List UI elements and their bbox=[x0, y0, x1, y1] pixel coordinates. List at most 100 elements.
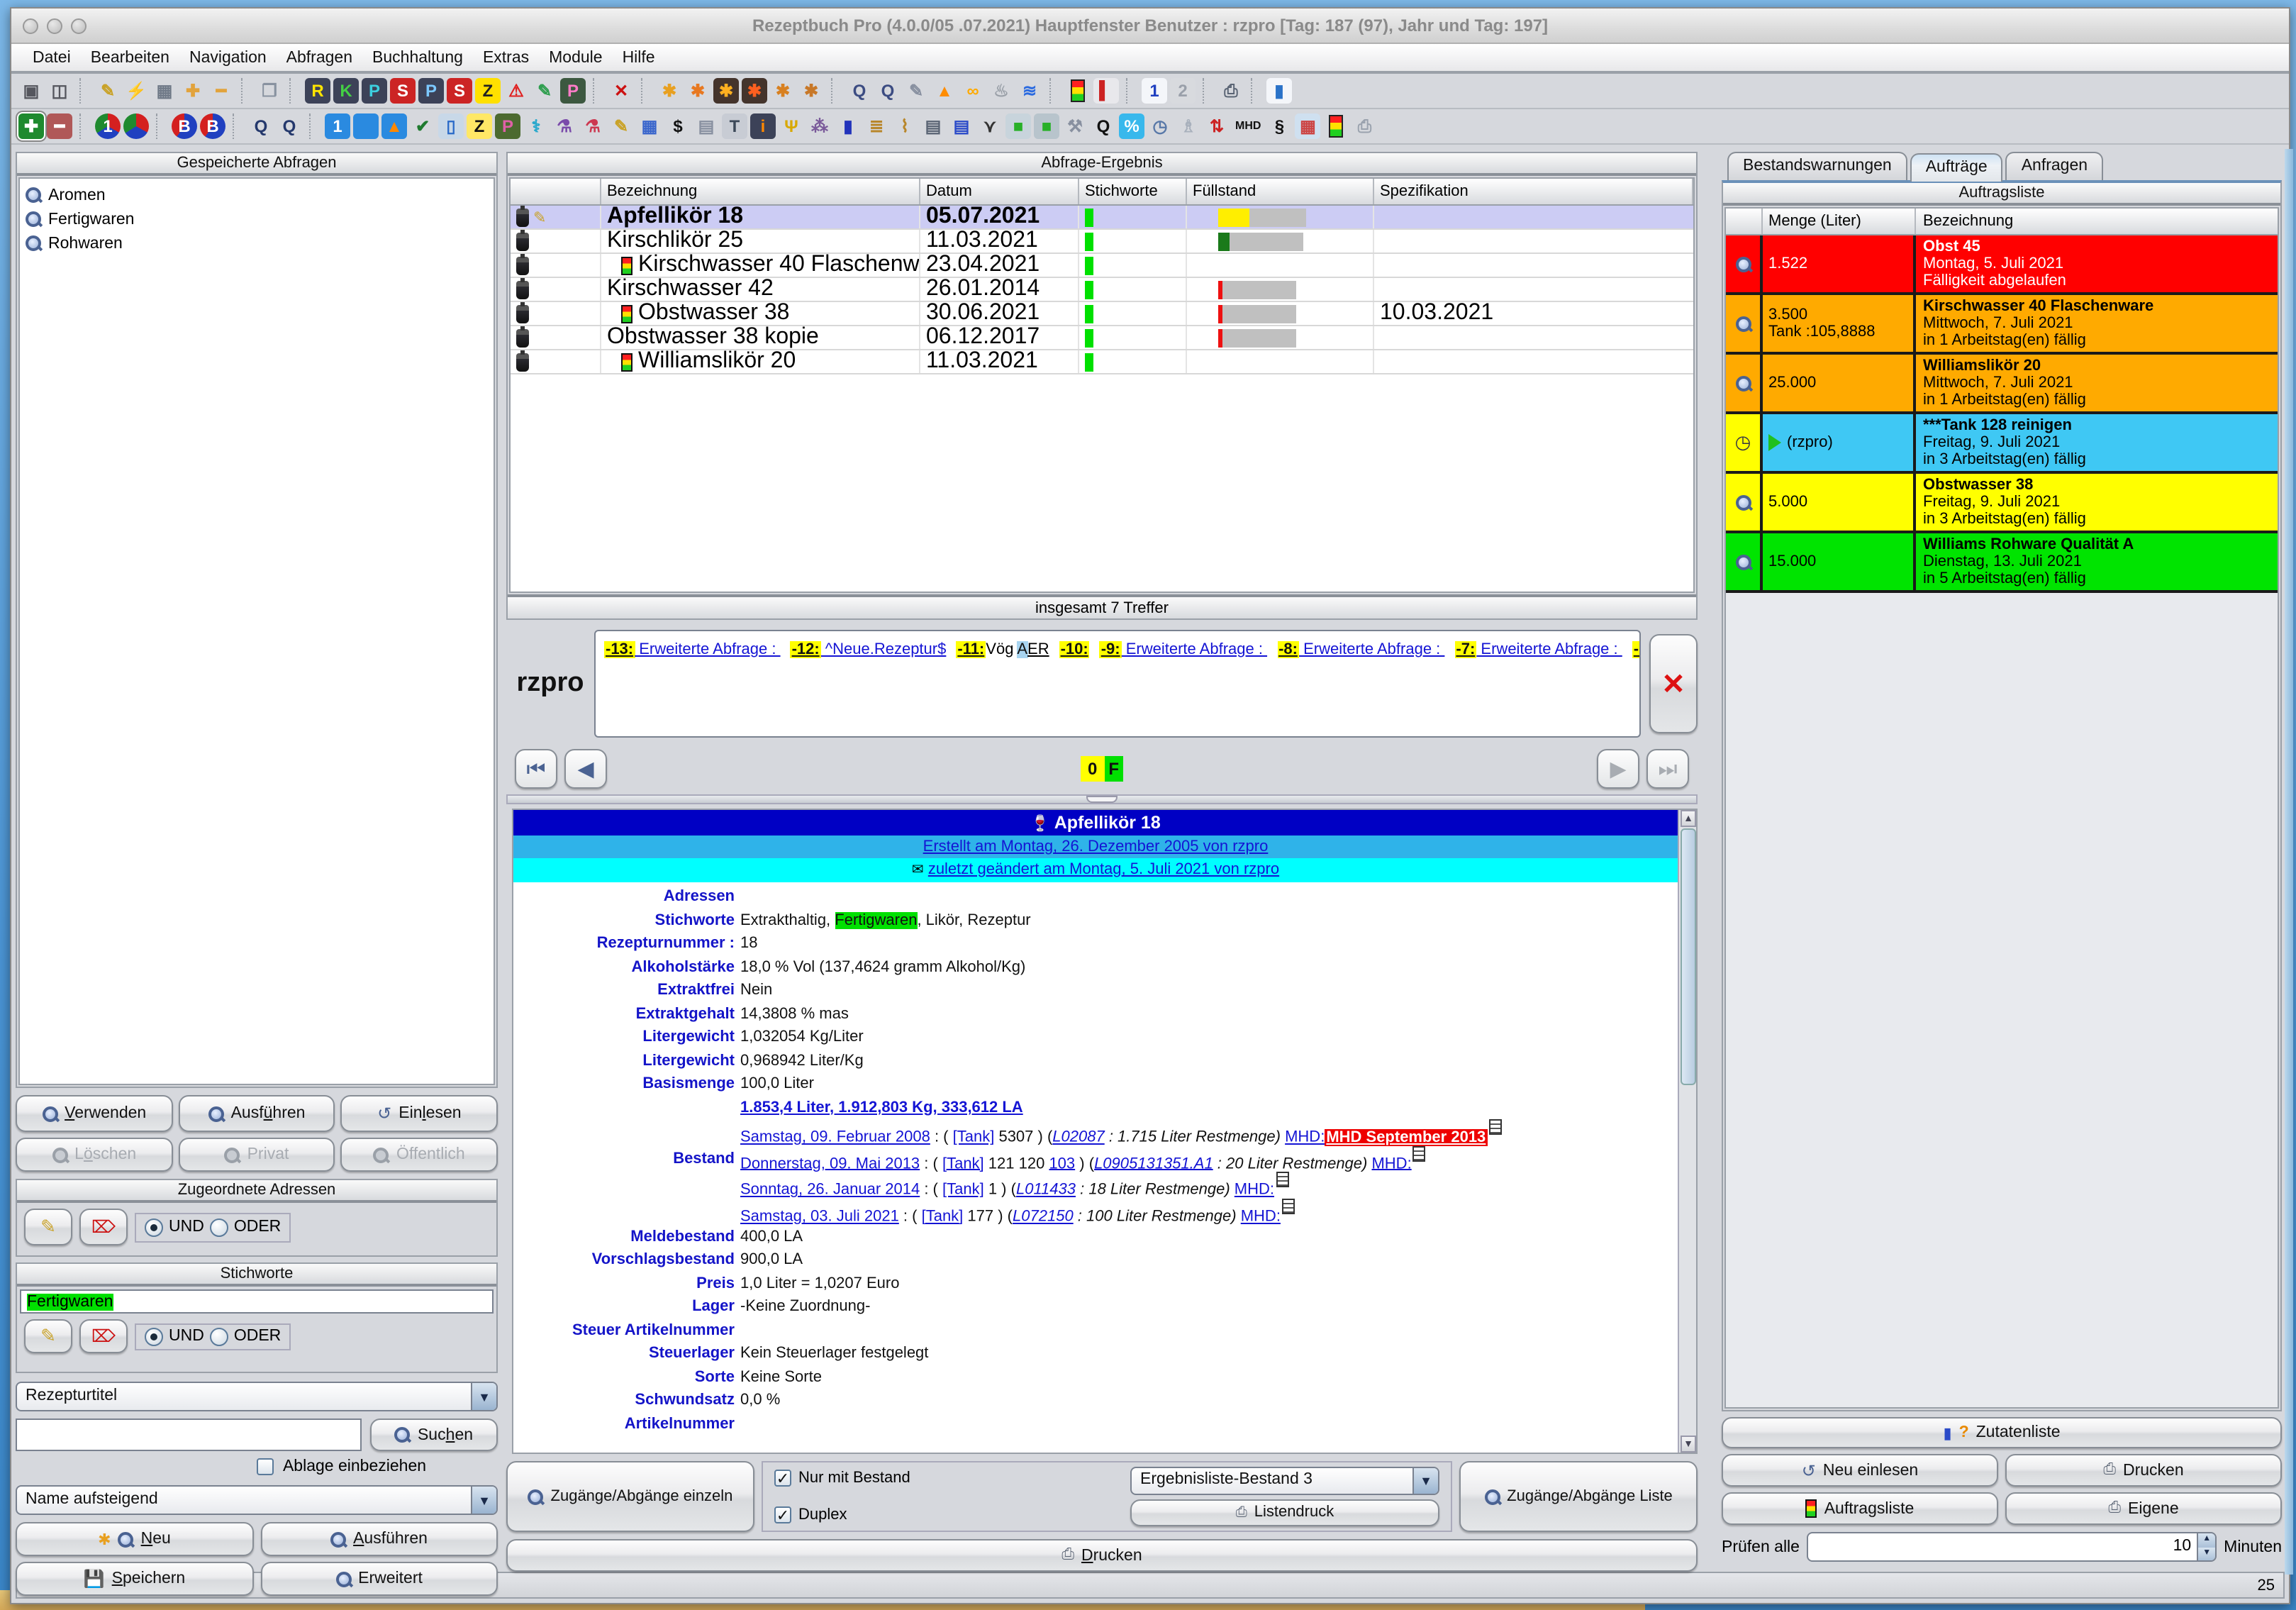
suchen-button[interactable]: Suchen bbox=[370, 1419, 498, 1451]
lot-link[interactable]: L0905131351.A1 bbox=[1094, 1155, 1213, 1172]
syringe-icon[interactable]: ⚕ bbox=[523, 113, 549, 139]
pie-1-icon[interactable]: 1 bbox=[95, 113, 121, 139]
stock-link[interactable]: [Tank] bbox=[922, 1208, 964, 1225]
dollar-icon[interactable]: $ bbox=[665, 113, 691, 139]
order-row[interactable]: 5.000Obstwasser 38Freitag, 9. Juli 2021i… bbox=[1726, 474, 2278, 533]
new-doc-icon[interactable]: ✱ bbox=[657, 78, 682, 104]
table-row[interactable]: Kirschlikör 2511.03.2021 bbox=[511, 230, 1693, 254]
clear-history-button[interactable]: ✕ bbox=[1649, 634, 1698, 733]
edit-keywords-button[interactable]: ✎ bbox=[24, 1319, 72, 1353]
stock-link[interactable]: [Tank] bbox=[942, 1155, 984, 1172]
recipe-p2-icon[interactable]: P bbox=[418, 78, 444, 104]
last-page-button[interactable]: ⏭ bbox=[1646, 749, 1689, 789]
addresses-und-radio[interactable] bbox=[145, 1218, 163, 1236]
drucken-button[interactable]: ⎙Drucken bbox=[506, 1539, 1698, 1572]
new-recipe-icon[interactable]: ✱ bbox=[713, 78, 739, 104]
loeschen-button[interactable]: Löschen bbox=[16, 1138, 172, 1172]
menu-bearbeiten[interactable]: Bearbeiten bbox=[81, 46, 179, 69]
app-exit-icon[interactable]: ▣ bbox=[18, 78, 44, 104]
recipe-s-warn-icon[interactable]: S bbox=[390, 78, 416, 104]
order-row[interactable]: 3.500Tank :105,8888Kirschwasser 40 Flasc… bbox=[1726, 295, 2278, 355]
history-entry[interactable]: -11:Vög AER bbox=[956, 635, 1049, 660]
table-calc-icon[interactable]: ▦ bbox=[1295, 113, 1320, 139]
addresses-oder-radio[interactable] bbox=[210, 1218, 228, 1236]
p-bottle-icon[interactable]: P bbox=[495, 113, 520, 139]
history-entry[interactable]: -10: bbox=[1059, 635, 1090, 660]
saved-query-aromen[interactable]: Aromen bbox=[23, 183, 491, 207]
updown-icon[interactable]: ⇅ bbox=[1204, 113, 1230, 139]
play-icon[interactable] bbox=[1768, 434, 1781, 451]
next-page-button[interactable]: ▶ bbox=[1597, 749, 1639, 789]
order-row[interactable]: 15.000Williams Rohware Qualität ADiensta… bbox=[1726, 533, 2278, 593]
created-link[interactable]: Erstellt am Montag, 26. Dezember 2005 vo… bbox=[923, 838, 1269, 855]
erweitert-button[interactable]: Erweitert bbox=[260, 1562, 498, 1596]
modified-link[interactable]: zuletzt geändert am Montag, 5. Juli 2021… bbox=[928, 861, 1279, 878]
sheet-add-icon[interactable]: ▤ bbox=[949, 113, 974, 139]
pie-icon[interactable] bbox=[123, 113, 149, 139]
stock-in-icon[interactable]: ✚ bbox=[18, 113, 44, 139]
ball-cone-icon[interactable]: ▲ bbox=[381, 113, 407, 139]
trophy-icon[interactable]: Ψ bbox=[779, 113, 804, 139]
zugaenge-liste-button[interactable]: Zugänge/Abgänge Liste bbox=[1459, 1461, 1698, 1532]
spinner-up-icon[interactable]: ▲ bbox=[2198, 1533, 2215, 1547]
stock-total-link[interactable]: 1.853,4 Liter, 1.912,803 Kg, 333,612 LA bbox=[740, 1099, 1023, 1116]
search-pie1-icon[interactable]: Q bbox=[248, 113, 274, 139]
tab-aufträge[interactable]: Aufträge bbox=[1910, 153, 2003, 182]
search-input[interactable] bbox=[16, 1419, 362, 1451]
pie-b1-icon[interactable]: B bbox=[172, 113, 197, 139]
history-entry[interactable]: -9: Erweiterte Abfrage : bbox=[1100, 635, 1267, 660]
recipe-pink-icon[interactable]: P bbox=[560, 78, 586, 104]
bricks-icon[interactable]: ≣ bbox=[864, 113, 889, 139]
delete-x-icon[interactable]: ✕ bbox=[608, 78, 634, 104]
flask-red-icon[interactable]: ⚗ bbox=[580, 113, 606, 139]
recipe-k-icon[interactable]: K bbox=[333, 78, 359, 104]
calculator-icon[interactable]: ▦ bbox=[152, 78, 177, 104]
search-icon[interactable]: Q bbox=[847, 78, 872, 104]
traffic-light2-icon[interactable] bbox=[1323, 113, 1349, 139]
copy-icon[interactable]: ❐ bbox=[257, 78, 282, 104]
info-column-icon[interactable]: ▮ bbox=[1266, 78, 1292, 104]
bricks2-icon[interactable]: ⌇ bbox=[892, 113, 918, 139]
ball-icon[interactable] bbox=[353, 113, 379, 139]
remove-icon[interactable]: ━ bbox=[208, 78, 234, 104]
check-icon[interactable]: ✔ bbox=[410, 113, 435, 139]
stock-link[interactable]: 103 bbox=[1049, 1155, 1075, 1172]
table-row[interactable]: Kirschwasser 40 Flaschenware23.04.2021 bbox=[511, 254, 1693, 278]
interval-spinner[interactable]: ▲▼ bbox=[2198, 1532, 2217, 1562]
scroll-down-icon[interactable]: ▼ bbox=[1681, 1436, 1696, 1453]
recipe-z-icon[interactable]: Z bbox=[475, 78, 501, 104]
sort-order-select[interactable]: Name aufsteigend ▼ bbox=[16, 1485, 498, 1515]
distill-icon[interactable]: ♨ bbox=[988, 78, 1014, 104]
window-layout-icon[interactable]: ◫ bbox=[47, 78, 72, 104]
pie-b-icon[interactable]: B bbox=[200, 113, 225, 139]
printer2-icon[interactable]: ⎙ bbox=[1352, 113, 1377, 139]
traffic-light-icon[interactable] bbox=[1065, 78, 1091, 104]
history-entry-link[interactable]: ^Neue.Rezeptur$ bbox=[821, 641, 947, 658]
speichern-button[interactable]: 💾Speichern bbox=[16, 1562, 253, 1596]
device-icon[interactable]: ▯ bbox=[438, 113, 464, 139]
stock-link[interactable]: Samstag, 09. Februar 2008 bbox=[740, 1128, 930, 1145]
search-pie-icon[interactable]: Q bbox=[277, 113, 302, 139]
orders-drucken-button[interactable]: ⎙Drucken bbox=[2005, 1454, 2282, 1487]
phone-ok-icon[interactable]: ■ bbox=[1005, 113, 1031, 139]
col-datum[interactable]: Datum bbox=[920, 179, 1079, 204]
bottle-box-icon[interactable]: ▤ bbox=[693, 113, 719, 139]
new-recipe2-icon[interactable]: ✱ bbox=[742, 78, 767, 104]
window-1-icon[interactable]: 1 bbox=[1142, 78, 1167, 104]
capsule-icon[interactable]: ▮ bbox=[835, 113, 861, 139]
ausfuehren-button[interactable]: Ausführen bbox=[178, 1095, 335, 1132]
scroll-up-icon[interactable]: ▲ bbox=[1681, 810, 1696, 827]
close-window-icon[interactable] bbox=[23, 18, 38, 34]
clear-addresses-button[interactable]: ⌦ bbox=[79, 1209, 128, 1245]
bottle-level-icon[interactable]: i bbox=[750, 113, 776, 139]
menu-navigation[interactable]: Navigation bbox=[179, 46, 277, 69]
grid-icon[interactable]: ▦ bbox=[637, 113, 662, 139]
carafe-icon[interactable]: ♗ bbox=[1176, 113, 1201, 139]
einlesen-button[interactable]: ↺Einlesen bbox=[341, 1095, 498, 1132]
search-field-select[interactable]: Rezepturtitel ▼ bbox=[16, 1382, 498, 1411]
stock-link[interactable]: MHD: bbox=[1371, 1155, 1411, 1172]
zugaenge-einzeln-button[interactable]: Zugänge/Abgänge einzeln bbox=[506, 1461, 754, 1532]
recipe-r-icon[interactable]: R bbox=[305, 78, 330, 104]
table-row[interactable]: Obstwasser 38 kopie06.12.2017 bbox=[511, 326, 1693, 350]
zutatenliste-button[interactable]: ▮?Zutatenliste bbox=[1722, 1417, 2282, 1448]
